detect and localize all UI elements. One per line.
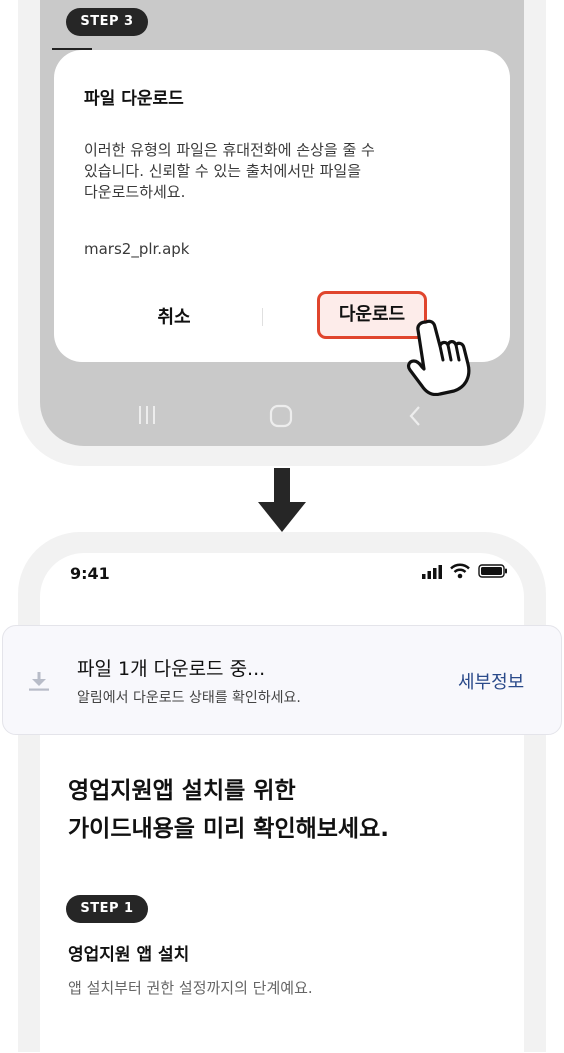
headline-line-2: 가이드내용을 미리 확인해보세요. — [68, 816, 389, 842]
dialog-message-line-2: 있습니다. 신뢰할 수 있는 출처에서만 파일을 — [84, 162, 362, 180]
cancel-button[interactable]: 취소 — [114, 298, 234, 336]
recent-apps-icon[interactable] — [136, 404, 158, 426]
step-3-badge: STEP 3 — [66, 8, 148, 36]
download-icon — [29, 672, 49, 691]
download-notification[interactable]: 파일 1개 다운로드 중... 알림에서 다운로드 상태를 확인하세요. 세부정… — [2, 625, 562, 735]
down-arrow-icon — [258, 468, 306, 532]
step-1-badge: STEP 1 — [66, 895, 148, 923]
step-1-description: 앱 설치부터 권한 설정까지의 단계예요. — [68, 979, 313, 997]
home-icon[interactable] — [269, 404, 293, 428]
pointing-hand-icon — [407, 319, 471, 396]
status-time: 9:41 — [70, 564, 110, 583]
dialog-filename: mars2_plr.apk — [84, 240, 190, 258]
back-icon[interactable] — [406, 404, 424, 428]
step-1-title: 영업지원 앱 설치 — [68, 945, 190, 965]
dialog-title: 파일 다운로드 — [84, 89, 184, 109]
wifi-icon — [450, 563, 470, 579]
dialog-message: 이러한 유형의 파일은 휴대전화에 손상을 줄 수 있습니다. 신뢰할 수 있는… — [84, 140, 444, 203]
headline-line-1: 영업지원앱 설치를 위한 — [68, 778, 296, 804]
guide-headline: 영업지원앱 설치를 위한 가이드내용을 미리 확인해보세요. — [68, 772, 389, 848]
dialog-message-line-3: 다운로드하세요. — [84, 183, 186, 201]
details-button[interactable]: 세부정보 — [458, 668, 524, 694]
signal-icon — [422, 565, 442, 579]
notification-title: 파일 1개 다운로드 중... — [77, 658, 266, 680]
dialog-message-line-1: 이러한 유형의 파일은 휴대전화에 손상을 줄 수 — [84, 141, 375, 159]
button-divider — [262, 308, 263, 326]
battery-icon — [478, 564, 507, 578]
notification-subtitle: 알림에서 다운로드 상태를 확인하세요. — [77, 690, 301, 706]
